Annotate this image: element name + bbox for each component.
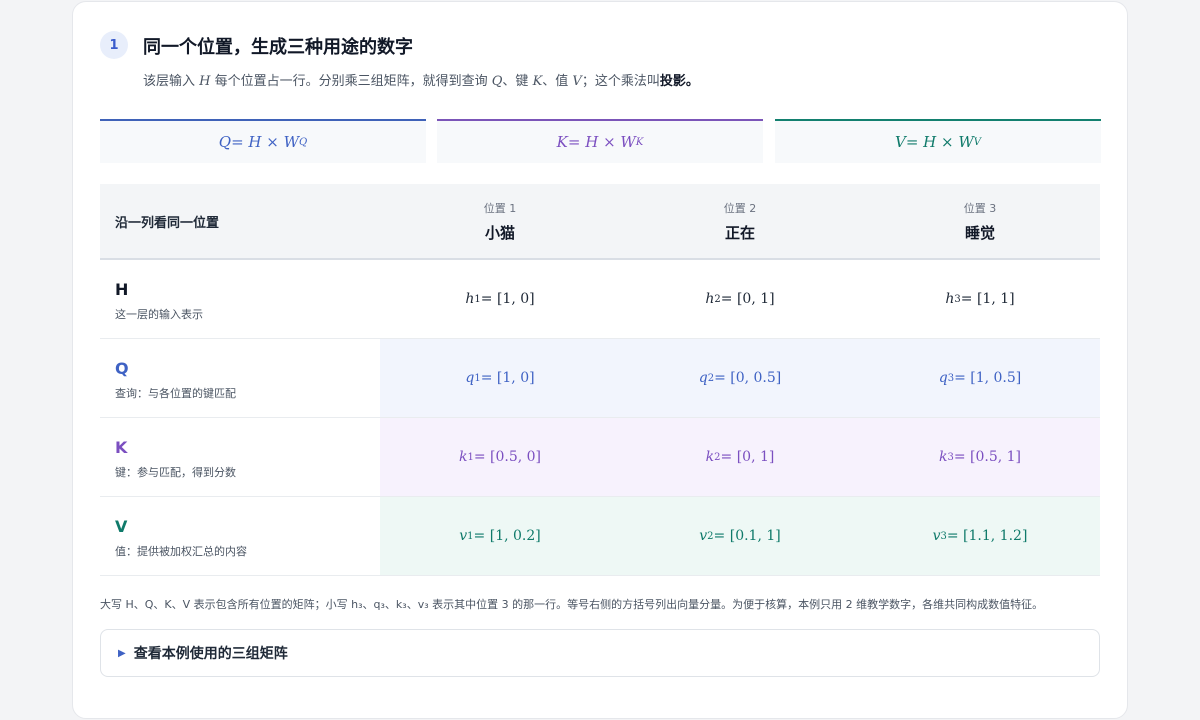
table-row-k: K 键：参与匹配，得到分数 k1 = [0.5, 0] k2 = [0, 1] … (100, 418, 1100, 497)
vector-cell: q3 = [1, 0.5] (938, 370, 1022, 386)
vector-cell: k3 = [0.5, 1] (938, 449, 1022, 465)
vector-cell: q2 = [0, 0.5] (698, 370, 782, 386)
row-description: 值：提供被加权汇总的内容 (115, 545, 247, 558)
triangle-right-icon: ▶ (118, 647, 126, 659)
column-header-1: 位置 1 小猫 (380, 200, 620, 243)
row-label: Q 查询：与各位置的键匹配 (100, 339, 380, 417)
column-position: 位置 2 (723, 201, 757, 215)
row-symbol: Q (115, 359, 129, 378)
disclosure-label: 查看本例使用的三组矩阵 (133, 646, 288, 662)
row-label: V 值：提供被加权汇总的内容 (100, 497, 380, 575)
row-description: 查询：与各位置的键匹配 (115, 387, 236, 400)
matrices-disclosure[interactable]: ▶ 查看本例使用的三组矩阵 (100, 629, 1100, 677)
column-header-3: 位置 3 睡觉 (860, 200, 1100, 243)
row-symbol: K (115, 438, 128, 457)
vector-cell: h2 = [0, 1] (705, 291, 775, 307)
vector-cell: h1 = [1, 0] (465, 291, 535, 307)
column-word: 小猫 (484, 223, 515, 242)
column-position: 位置 3 (963, 201, 997, 215)
row-description: 键：参与匹配，得到分数 (115, 466, 236, 479)
formula-v: V = H × WV (775, 119, 1101, 163)
vector-cell: v3 = [1.1, 1.2] (932, 528, 1028, 544)
column-word: 正在 (724, 223, 755, 242)
vector-cell: v1 = [1, 0.2] (459, 528, 541, 544)
footnote: 大写 H、Q、K、V 表示包含所有位置的矩阵；小写 h₃、q₃、k₃、v₃ 表示… (100, 598, 1044, 611)
column-position: 位置 1 (483, 201, 517, 215)
formula-q: Q = H × WQ (100, 119, 426, 163)
section-description: 该层输入 H 每个位置占一行。分别乘三组矩阵，就得到查询 Q、键 K、值 V；这… (143, 74, 699, 89)
vector-cell: q1 = [1, 0] (465, 370, 535, 386)
row-label: H 这一层的输入表示 (100, 260, 380, 338)
section-title: 同一个位置，生成三种用途的数字 (143, 37, 413, 58)
row-description: 这一层的输入表示 (115, 308, 203, 321)
step-badge: 1 (100, 31, 128, 59)
row-symbol: H (115, 280, 129, 299)
projection-table: 沿一列看同一位置 位置 1 小猫 位置 2 正在 位置 3 睡觉 H 这一层的输… (100, 184, 1100, 576)
row-label: K 键：参与匹配，得到分数 (100, 418, 380, 496)
vector-cell: k1 = [0.5, 0] (458, 449, 542, 465)
vector-cell: v2 = [0.1, 1] (699, 528, 781, 544)
table-row-h: H 这一层的输入表示 h1 = [1, 0] h2 = [0, 1] h3 = … (100, 260, 1100, 339)
column-word: 睡觉 (964, 223, 995, 242)
row-header-label: 沿一列看同一位置 (115, 215, 220, 231)
table-row-v: V 值：提供被加权汇总的内容 v1 = [1, 0.2] v2 = [0.1, … (100, 497, 1100, 576)
vector-cell: k2 = [0, 1] (705, 449, 775, 465)
column-header-2: 位置 2 正在 (620, 200, 860, 243)
table-row-q: Q 查询：与各位置的键匹配 q1 = [1, 0] q2 = [0, 0.5] … (100, 339, 1100, 418)
formula-k: K = H × WK (437, 119, 763, 163)
vector-cell: h3 = [1, 1] (945, 291, 1015, 307)
row-symbol: V (115, 517, 128, 536)
table-header: 沿一列看同一位置 位置 1 小猫 位置 2 正在 位置 3 睡觉 (100, 184, 1100, 260)
